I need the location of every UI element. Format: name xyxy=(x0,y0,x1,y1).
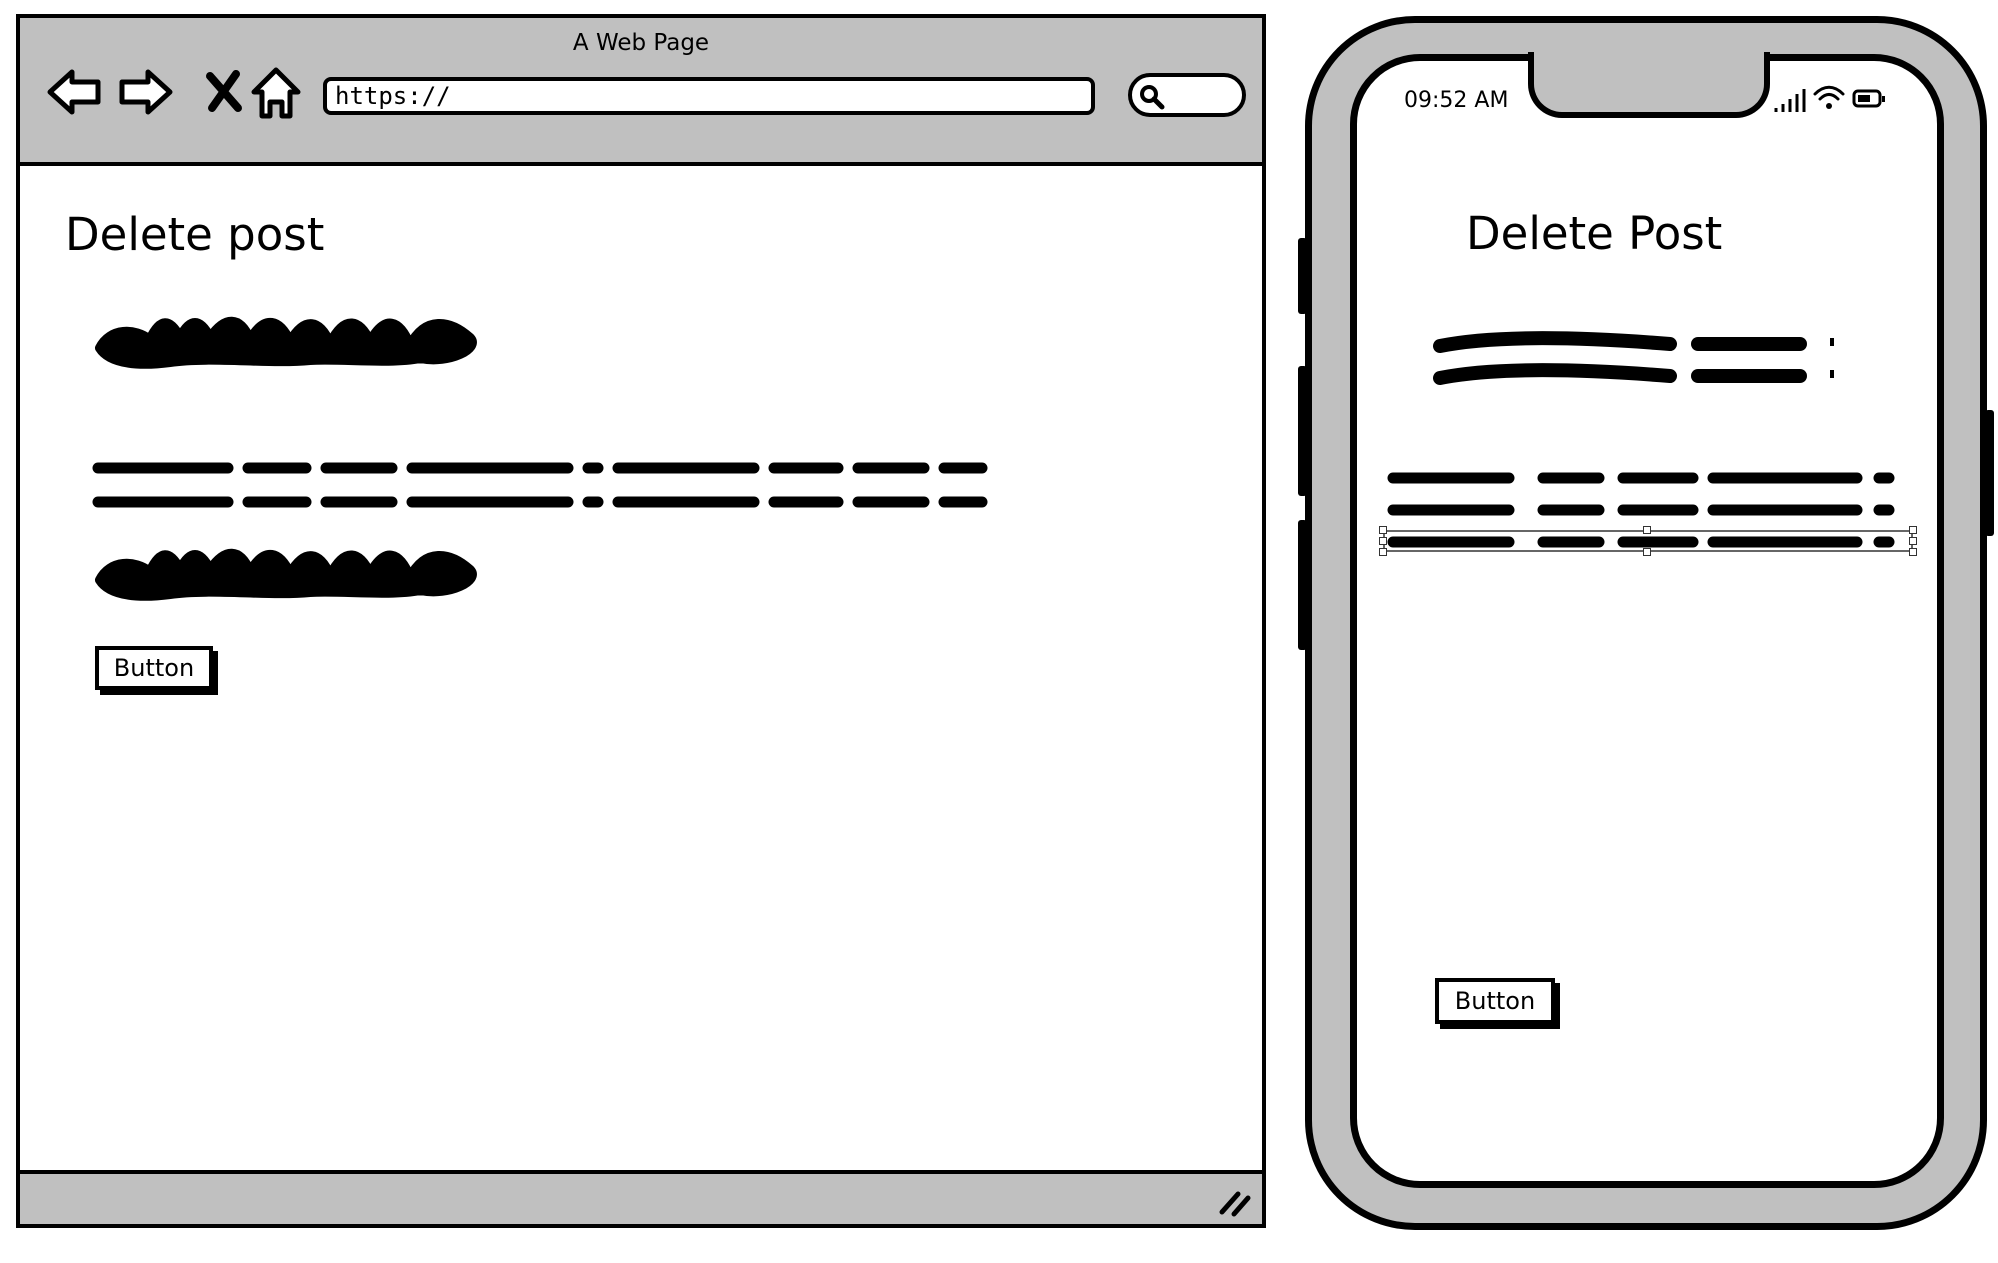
page-title: Delete post xyxy=(65,208,325,261)
phone-mute-switch xyxy=(1298,238,1307,314)
signal-icon xyxy=(1774,89,1806,112)
phone-heading-scribble xyxy=(1433,331,1834,385)
phone-power-button xyxy=(1985,410,1994,536)
browser-status-bar xyxy=(20,1170,1262,1224)
browser-title: A Web Page xyxy=(572,30,710,56)
browser-toolbar: A Web Page https:// xyxy=(20,18,1262,166)
phone-delete-button[interactable]: Button xyxy=(1435,978,1555,1024)
back-arrow-icon[interactable] xyxy=(44,62,104,122)
forward-arrow-icon[interactable] xyxy=(116,62,176,122)
home-icon[interactable] xyxy=(246,62,306,122)
selection-handle[interactable] xyxy=(1379,526,1387,534)
phone-volume-down xyxy=(1298,520,1307,650)
selection-handle[interactable] xyxy=(1379,537,1387,545)
selection-handle[interactable] xyxy=(1379,548,1387,556)
battery-icon xyxy=(1852,89,1885,108)
selection-handle[interactable] xyxy=(1909,526,1917,534)
close-icon[interactable] xyxy=(194,62,254,122)
selection-handle[interactable] xyxy=(1909,537,1917,545)
heading-scribble xyxy=(95,316,477,369)
phone-page-title: Delete Post xyxy=(1466,207,1723,260)
selection-handle[interactable] xyxy=(1643,548,1651,556)
phone-volume-up xyxy=(1298,366,1307,496)
search-icon xyxy=(1140,85,1165,110)
phone-notch xyxy=(1528,52,1770,118)
status-time: 09:52 AM xyxy=(1404,88,1509,113)
paragraph-scribble xyxy=(92,462,988,508)
browser-window: A Web Page https:// Delete post Button xyxy=(16,14,1266,1228)
wifi-icon xyxy=(1813,85,1845,109)
search-field[interactable] xyxy=(1128,73,1246,117)
address-bar[interactable]: https:// xyxy=(323,77,1095,115)
resize-grip-icon[interactable] xyxy=(1218,1186,1252,1218)
selection-handle[interactable] xyxy=(1643,526,1651,534)
delete-button[interactable]: Button xyxy=(95,646,213,690)
subheading-scribble xyxy=(95,548,477,601)
selection-handle[interactable] xyxy=(1909,548,1917,556)
